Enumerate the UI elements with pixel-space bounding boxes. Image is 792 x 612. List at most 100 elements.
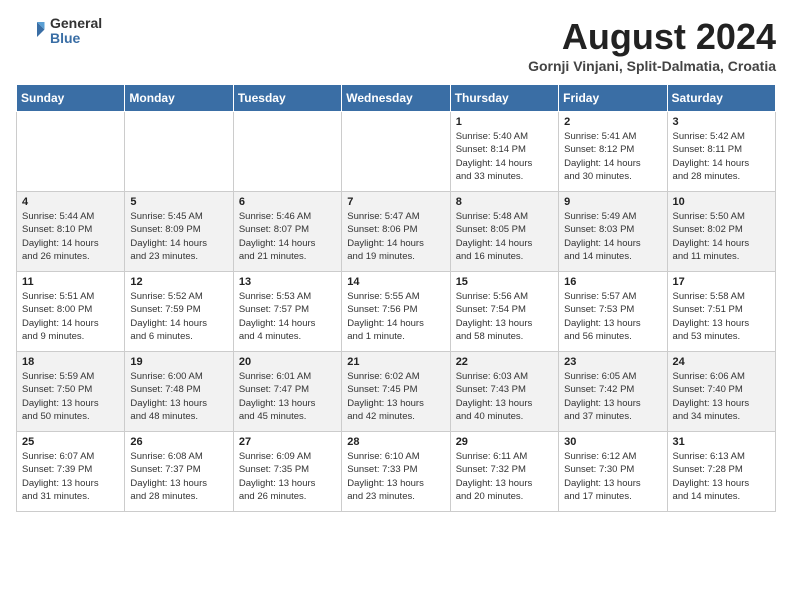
header-day: Wednesday: [342, 85, 450, 112]
cell-content: Sunrise: 6:10 AM Sunset: 7:33 PM Dayligh…: [347, 450, 444, 503]
calendar-cell: 7 Sunrise: 5:47 AM Sunset: 8:06 PM Daylig…: [342, 192, 450, 272]
cell-content: Sunrise: 5:47 AM Sunset: 8:06 PM Dayligh…: [347, 210, 444, 263]
cell-content: Sunrise: 5:51 AM Sunset: 8:00 PM Dayligh…: [22, 290, 119, 343]
calendar-week: 25 Sunrise: 6:07 AM Sunset: 7:39 PM Dayli…: [17, 432, 776, 512]
day-number: 23: [564, 356, 661, 368]
day-number: 25: [22, 436, 119, 448]
calendar-cell: [125, 112, 233, 192]
cell-content: Sunrise: 5:53 AM Sunset: 7:57 PM Dayligh…: [239, 290, 336, 343]
calendar-cell: 10 Sunrise: 5:50 AM Sunset: 8:02 PM Dayli…: [667, 192, 775, 272]
day-number: 1: [456, 116, 553, 128]
day-number: 15: [456, 276, 553, 288]
header-day: Saturday: [667, 85, 775, 112]
day-number: 12: [130, 276, 227, 288]
calendar-cell: 17 Sunrise: 5:58 AM Sunset: 7:51 PM Dayli…: [667, 272, 775, 352]
day-number: 6: [239, 196, 336, 208]
cell-content: Sunrise: 6:03 AM Sunset: 7:43 PM Dayligh…: [456, 370, 553, 423]
cell-content: Sunrise: 5:56 AM Sunset: 7:54 PM Dayligh…: [456, 290, 553, 343]
day-number: 8: [456, 196, 553, 208]
calendar-cell: 24 Sunrise: 6:06 AM Sunset: 7:40 PM Dayli…: [667, 352, 775, 432]
calendar-cell: 6 Sunrise: 5:46 AM Sunset: 8:07 PM Daylig…: [233, 192, 341, 272]
cell-content: Sunrise: 6:11 AM Sunset: 7:32 PM Dayligh…: [456, 450, 553, 503]
cell-content: Sunrise: 5:57 AM Sunset: 7:53 PM Dayligh…: [564, 290, 661, 343]
cell-content: Sunrise: 5:55 AM Sunset: 7:56 PM Dayligh…: [347, 290, 444, 343]
calendar-cell: 26 Sunrise: 6:08 AM Sunset: 7:37 PM Dayli…: [125, 432, 233, 512]
cell-content: Sunrise: 6:08 AM Sunset: 7:37 PM Dayligh…: [130, 450, 227, 503]
logo-general: General: [50, 16, 102, 31]
cell-content: Sunrise: 5:48 AM Sunset: 8:05 PM Dayligh…: [456, 210, 553, 263]
calendar-cell: 18Sunrise: 5:59 AM Sunset: 7:50 PM Dayli…: [17, 352, 125, 432]
cell-content: Sunrise: 5:50 AM Sunset: 8:02 PM Dayligh…: [673, 210, 770, 263]
header-row: SundayMondayTuesdayWednesdayThursdayFrid…: [17, 85, 776, 112]
location: Gornji Vinjani, Split-Dalmatia, Croatia: [528, 58, 776, 74]
calendar-cell: 23 Sunrise: 6:05 AM Sunset: 7:42 PM Dayli…: [559, 352, 667, 432]
calendar-cell: [342, 112, 450, 192]
day-number: 19: [130, 356, 227, 368]
cell-content: Sunrise: 6:09 AM Sunset: 7:35 PM Dayligh…: [239, 450, 336, 503]
cell-content: Sunrise: 5:44 AM Sunset: 8:10 PM Dayligh…: [22, 210, 119, 263]
calendar-cell: 28 Sunrise: 6:10 AM Sunset: 7:33 PM Dayli…: [342, 432, 450, 512]
cell-content: Sunrise: 6:05 AM Sunset: 7:42 PM Dayligh…: [564, 370, 661, 423]
calendar-table: SundayMondayTuesdayWednesdayThursdayFrid…: [16, 84, 776, 512]
calendar-cell: 11Sunrise: 5:51 AM Sunset: 8:00 PM Dayli…: [17, 272, 125, 352]
calendar-cell: [233, 112, 341, 192]
calendar-cell: 31 Sunrise: 6:13 AM Sunset: 7:28 PM Dayli…: [667, 432, 775, 512]
title-block: August 2024 Gornji Vinjani, Split-Dalmat…: [528, 16, 776, 74]
calendar-cell: 16Sunrise: 5:57 AM Sunset: 7:53 PM Dayli…: [559, 272, 667, 352]
cell-content: Sunrise: 5:46 AM Sunset: 8:07 PM Dayligh…: [239, 210, 336, 263]
day-number: 22: [456, 356, 553, 368]
day-number: 10: [673, 196, 770, 208]
cell-content: Sunrise: 5:58 AM Sunset: 7:51 PM Dayligh…: [673, 290, 770, 343]
day-number: 24: [673, 356, 770, 368]
calendar-week: 11Sunrise: 5:51 AM Sunset: 8:00 PM Dayli…: [17, 272, 776, 352]
day-number: 14: [347, 276, 444, 288]
day-number: 28: [347, 436, 444, 448]
day-number: 26: [130, 436, 227, 448]
day-number: 29: [456, 436, 553, 448]
calendar-cell: 3 Sunrise: 5:42 AM Sunset: 8:11 PM Daylig…: [667, 112, 775, 192]
cell-content: Sunrise: 5:40 AM Sunset: 8:14 PM Dayligh…: [456, 130, 553, 183]
page-header: General Blue August 2024 Gornji Vinjani,…: [16, 16, 776, 74]
calendar-cell: 4 Sunrise: 5:44 AM Sunset: 8:10 PM Daylig…: [17, 192, 125, 272]
day-number: 9: [564, 196, 661, 208]
logo-icon: [16, 16, 46, 46]
day-number: 4: [22, 196, 119, 208]
calendar-week: 4 Sunrise: 5:44 AM Sunset: 8:10 PM Daylig…: [17, 192, 776, 272]
calendar-cell: 29 Sunrise: 6:11 AM Sunset: 7:32 PM Dayli…: [450, 432, 558, 512]
cell-content: Sunrise: 5:45 AM Sunset: 8:09 PM Dayligh…: [130, 210, 227, 263]
calendar-cell: 27Sunrise: 6:09 AM Sunset: 7:35 PM Dayli…: [233, 432, 341, 512]
calendar-cell: 30Sunrise: 6:12 AM Sunset: 7:30 PM Dayli…: [559, 432, 667, 512]
calendar-cell: 14 Sunrise: 5:55 AM Sunset: 7:56 PM Dayli…: [342, 272, 450, 352]
calendar-cell: 19 Sunrise: 6:00 AM Sunset: 7:48 PM Dayli…: [125, 352, 233, 432]
header-day: Friday: [559, 85, 667, 112]
day-number: 7: [347, 196, 444, 208]
day-number: 2: [564, 116, 661, 128]
cell-content: Sunrise: 6:00 AM Sunset: 7:48 PM Dayligh…: [130, 370, 227, 423]
day-number: 13: [239, 276, 336, 288]
cell-content: Sunrise: 6:07 AM Sunset: 7:39 PM Dayligh…: [22, 450, 119, 503]
calendar-cell: 22 Sunrise: 6:03 AM Sunset: 7:43 PM Dayli…: [450, 352, 558, 432]
cell-content: Sunrise: 6:13 AM Sunset: 7:28 PM Dayligh…: [673, 450, 770, 503]
header-day: Sunday: [17, 85, 125, 112]
header-day: Thursday: [450, 85, 558, 112]
cell-content: Sunrise: 5:42 AM Sunset: 8:11 PM Dayligh…: [673, 130, 770, 183]
cell-content: Sunrise: 5:41 AM Sunset: 8:12 PM Dayligh…: [564, 130, 661, 183]
day-number: 20: [239, 356, 336, 368]
calendar-cell: 8 Sunrise: 5:48 AM Sunset: 8:05 PM Daylig…: [450, 192, 558, 272]
calendar-cell: 2 Sunrise: 5:41 AM Sunset: 8:12 PM Daylig…: [559, 112, 667, 192]
day-number: 17: [673, 276, 770, 288]
cell-content: Sunrise: 6:01 AM Sunset: 7:47 PM Dayligh…: [239, 370, 336, 423]
day-number: 21: [347, 356, 444, 368]
calendar-cell: 5Sunrise: 5:45 AM Sunset: 8:09 PM Daylig…: [125, 192, 233, 272]
cell-content: Sunrise: 6:06 AM Sunset: 7:40 PM Dayligh…: [673, 370, 770, 423]
header-day: Tuesday: [233, 85, 341, 112]
cell-content: Sunrise: 6:02 AM Sunset: 7:45 PM Dayligh…: [347, 370, 444, 423]
day-number: 31: [673, 436, 770, 448]
calendar-cell: 25 Sunrise: 6:07 AM Sunset: 7:39 PM Dayli…: [17, 432, 125, 512]
calendar-cell: 15 Sunrise: 5:56 AM Sunset: 7:54 PM Dayli…: [450, 272, 558, 352]
cell-content: Sunrise: 5:49 AM Sunset: 8:03 PM Dayligh…: [564, 210, 661, 263]
day-number: 3: [673, 116, 770, 128]
calendar-cell: 9 Sunrise: 5:49 AM Sunset: 8:03 PM Daylig…: [559, 192, 667, 272]
day-number: 18: [22, 356, 119, 368]
cell-content: Sunrise: 5:52 AM Sunset: 7:59 PM Dayligh…: [130, 290, 227, 343]
